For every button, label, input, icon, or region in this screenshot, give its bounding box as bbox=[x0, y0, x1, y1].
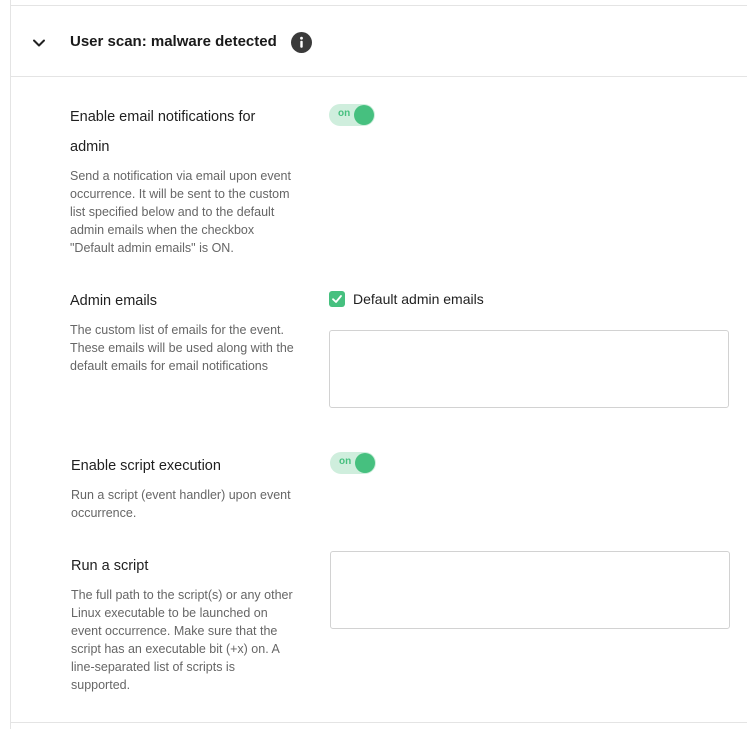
info-icon[interactable] bbox=[291, 32, 312, 53]
toggle-knob bbox=[355, 453, 375, 473]
run-script-description: The full path to the script(s) or any ot… bbox=[71, 588, 293, 692]
admin-emails-input[interactable] bbox=[329, 330, 729, 408]
left-border bbox=[10, 0, 11, 420]
email-notifications-toggle[interactable]: on bbox=[329, 104, 375, 126]
section-title: User scan: malware detected bbox=[70, 33, 277, 50]
run-script-input[interactable] bbox=[330, 551, 730, 629]
default-admin-emails-checkbox[interactable] bbox=[329, 291, 345, 307]
bottom-divider bbox=[10, 722, 747, 723]
admin-emails-label: Admin emails bbox=[70, 293, 158, 309]
toggle-knob bbox=[354, 105, 374, 125]
script-execution-label: Enable script execution bbox=[71, 458, 221, 474]
top-divider bbox=[10, 5, 747, 6]
run-script-label: Run a script bbox=[71, 558, 149, 574]
toggle-text: on bbox=[338, 108, 351, 119]
script-execution-description: Run a script (event handler) upon event … bbox=[71, 488, 291, 520]
left-border-lower bbox=[10, 420, 11, 729]
checkmark-icon bbox=[332, 295, 342, 303]
toggle-text: on bbox=[339, 456, 352, 467]
script-execution-toggle[interactable]: on bbox=[330, 452, 376, 474]
header-divider bbox=[10, 76, 747, 77]
default-admin-emails-label[interactable]: Default admin emails bbox=[353, 290, 484, 308]
admin-emails-description: The custom list of emails for the event.… bbox=[70, 323, 294, 373]
chevron-down-icon[interactable] bbox=[32, 36, 46, 50]
email-notifications-label: Enable email notifications for admin bbox=[70, 109, 256, 155]
email-notifications-description: Send a notification via email upon event… bbox=[70, 169, 291, 255]
